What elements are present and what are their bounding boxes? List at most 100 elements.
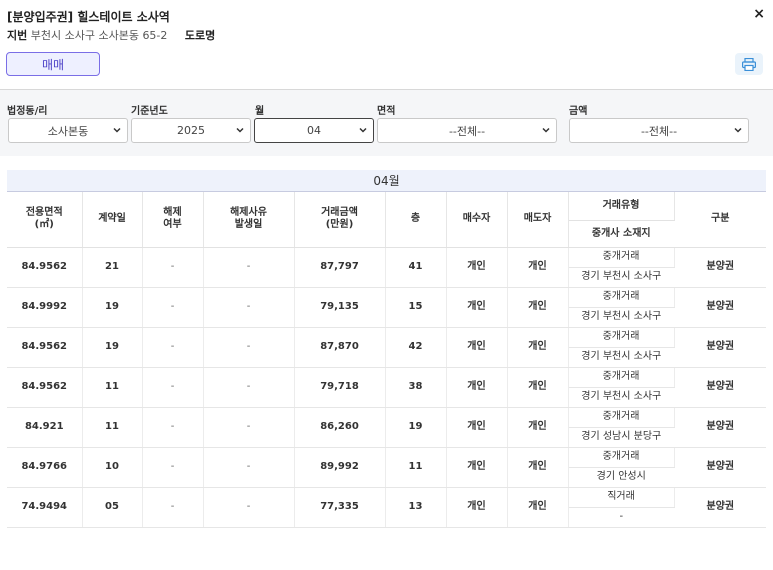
price-cell: 87,870 bbox=[294, 327, 386, 368]
price-cell: 77,335 bbox=[294, 487, 386, 528]
month-select-value: 04 bbox=[307, 124, 321, 137]
buyer-cell: 개인 bbox=[446, 367, 508, 408]
cancel-cell: - bbox=[142, 327, 204, 368]
cancel-reason-cell: - bbox=[203, 247, 295, 288]
buyer-cell: 개인 bbox=[446, 327, 508, 368]
col-buyer: 매수자 bbox=[446, 192, 508, 248]
cancel-cell: - bbox=[142, 447, 204, 488]
dong-select[interactable]: 소사본동 bbox=[8, 118, 128, 143]
floor-cell: 11 bbox=[385, 447, 447, 488]
month-title: 04월 bbox=[7, 170, 766, 192]
price-cell: 89,992 bbox=[294, 447, 386, 488]
buyer-cell: 개인 bbox=[446, 447, 508, 488]
dong-select-value: 소사본동 bbox=[47, 124, 89, 138]
table-row: 84.9562 11- -79,718 38 개인 개인 중개거래 분양권 bbox=[7, 367, 766, 408]
col-trade-type: 거래유형 bbox=[568, 192, 675, 221]
col-cancel-reason: 해제사유 발생일 bbox=[203, 192, 295, 248]
broker-location-cell: 경기 성남시 분당구 bbox=[568, 427, 674, 448]
print-button[interactable] bbox=[735, 53, 763, 75]
table-row: 84.9766 10- -89,992 11 개인 개인 중개거래 분양권 bbox=[7, 447, 766, 488]
floor-cell: 19 bbox=[385, 407, 447, 448]
buyer-cell: 개인 bbox=[446, 247, 508, 288]
seller-cell: 개인 bbox=[507, 287, 569, 328]
broker-location-cell: 경기 안성시 bbox=[568, 467, 674, 488]
cancel-cell: - bbox=[142, 287, 204, 328]
seller-cell: 개인 bbox=[507, 367, 569, 408]
modal-header: [분양입주권] 힐스테이트 소사역 지번 부천시 소사구 소사본동 65-2 도… bbox=[0, 0, 773, 90]
month-select[interactable]: 04 bbox=[254, 118, 374, 143]
price-select[interactable]: --전체-- bbox=[569, 118, 749, 143]
table-row: 84.921 11- -86,260 19 개인 개인 중개거래 분양권 bbox=[7, 407, 766, 448]
chevron-down-icon bbox=[113, 127, 121, 133]
area-cell: 84.9562 bbox=[7, 367, 83, 408]
area-cell: 84.9766 bbox=[7, 447, 83, 488]
trade-type-cell: 직거래 bbox=[568, 487, 675, 508]
buyer-cell: 개인 bbox=[446, 487, 508, 528]
transactions-table-container: 04월 전용면적 (㎡) 계약일 해제 여부 해제사유 발생일 거래금액 (만원) 층 … bbox=[7, 170, 766, 528]
category-cell: 분양권 bbox=[674, 247, 766, 288]
col-cancel-reason-label: 해제사유 bbox=[230, 207, 267, 219]
floor-cell: 42 bbox=[385, 327, 447, 368]
cancel-cell: - bbox=[142, 247, 204, 288]
year-label: 기준년도 bbox=[131, 106, 168, 117]
floor-cell: 38 bbox=[385, 367, 447, 408]
col-price-unit: (만원) bbox=[325, 219, 354, 231]
chevron-down-icon bbox=[734, 127, 742, 133]
year-select[interactable]: 2025 bbox=[131, 118, 251, 143]
price-select-value: --전체-- bbox=[640, 124, 678, 138]
floor-cell: 13 bbox=[385, 487, 447, 528]
cancel-cell: - bbox=[142, 367, 204, 408]
col-cancel-label: 해제 bbox=[163, 207, 182, 219]
dong-label: 법정동/리 bbox=[7, 106, 48, 117]
price-cell: 79,718 bbox=[294, 367, 386, 408]
area-label: 면적 bbox=[377, 106, 396, 117]
day-cell: 05 bbox=[82, 487, 143, 528]
price-label: 금액 bbox=[569, 106, 588, 117]
broker-location-cell: 경기 부천시 소사구 bbox=[568, 387, 674, 408]
area-select[interactable]: --전체-- bbox=[377, 118, 557, 143]
table-row: 74.9494 05- -77,335 13 개인 개인 직거래 분양권 bbox=[7, 487, 766, 528]
broker-location-cell: - bbox=[568, 507, 674, 528]
col-day: 계약일 bbox=[82, 192, 143, 248]
table-row: 84.9562 19- -87,870 42 개인 개인 중개거래 분양권 bbox=[7, 327, 766, 368]
year-select-value: 2025 bbox=[177, 124, 205, 137]
category-cell: 분양권 bbox=[674, 287, 766, 328]
price-cell: 87,797 bbox=[294, 247, 386, 288]
buyer-cell: 개인 bbox=[446, 287, 508, 328]
trade-type-cell: 중개거래 bbox=[568, 367, 675, 388]
chevron-down-icon bbox=[359, 127, 367, 133]
col-cancel-reason-label2: 발생일 bbox=[234, 219, 263, 231]
chevron-down-icon bbox=[236, 127, 244, 133]
trade-type-cell: 중개거래 bbox=[568, 327, 675, 348]
broker-location-cell: 경기 부천시 소사구 bbox=[568, 267, 674, 288]
col-price: 거래금액 (만원) bbox=[294, 192, 386, 248]
price-cell: 86,260 bbox=[294, 407, 386, 448]
col-price-label: 거래금액 bbox=[321, 207, 358, 219]
seller-cell: 개인 bbox=[507, 247, 569, 288]
day-cell: 11 bbox=[82, 407, 143, 448]
seller-cell: 개인 bbox=[507, 447, 569, 488]
col-broker-location: 중개사 소재지 bbox=[568, 220, 674, 248]
area-cell: 74.9494 bbox=[7, 487, 83, 528]
category-cell: 분양권 bbox=[674, 447, 766, 488]
trade-type-button[interactable]: 매매 bbox=[6, 52, 100, 76]
road-name-label[interactable]: 도로명 bbox=[185, 29, 215, 42]
cancel-reason-cell: - bbox=[203, 367, 295, 408]
page-title: [분양입주권] 힐스테이트 소사역 bbox=[7, 10, 170, 24]
table-row: 84.9992 19- -79,135 15 개인 개인 중개거래 분양권 bbox=[7, 287, 766, 328]
price-cell: 79,135 bbox=[294, 287, 386, 328]
area-select-value: --전체-- bbox=[448, 124, 486, 138]
seller-cell: 개인 bbox=[507, 487, 569, 528]
trade-type-cell: 중개거래 bbox=[568, 447, 675, 468]
trade-type-cell: 중개거래 bbox=[568, 247, 675, 268]
cancel-cell: - bbox=[142, 407, 204, 448]
address-line: 지번 부천시 소사구 소사본동 65-2 도로명 bbox=[7, 27, 215, 43]
close-icon[interactable]: × bbox=[753, 6, 765, 22]
day-cell: 19 bbox=[82, 287, 143, 328]
broker-location-cell: 경기 부천시 소사구 bbox=[568, 347, 674, 368]
transactions-table: 전용면적 (㎡) 계약일 해제 여부 해제사유 발생일 거래금액 (만원) 층 매수자 … bbox=[7, 192, 766, 528]
day-cell: 19 bbox=[82, 327, 143, 368]
chevron-down-icon bbox=[542, 127, 550, 133]
cancel-reason-cell: - bbox=[203, 447, 295, 488]
seller-cell: 개인 bbox=[507, 407, 569, 448]
